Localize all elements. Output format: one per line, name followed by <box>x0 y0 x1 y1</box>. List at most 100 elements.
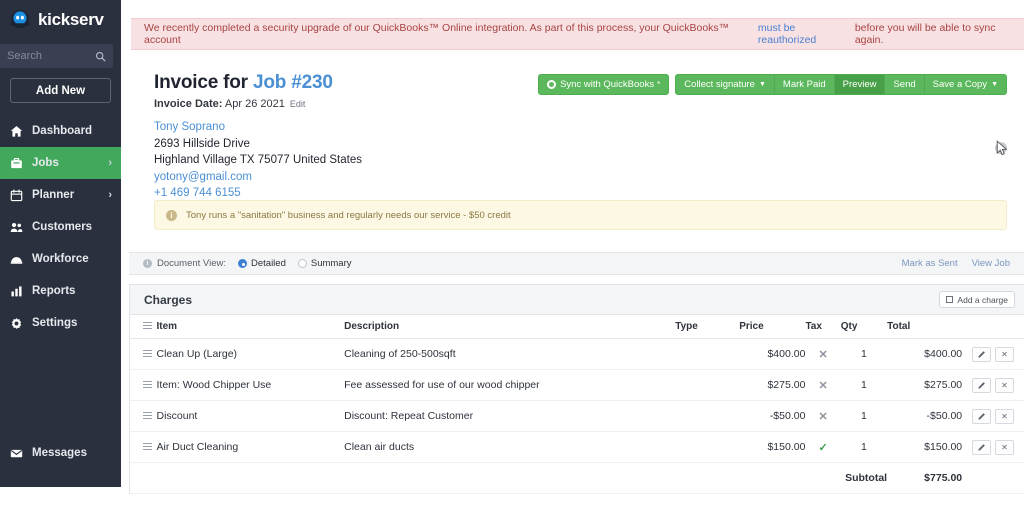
x-icon: ✕ <box>818 348 828 361</box>
customer-email-link[interactable]: yotony@gmail.com <box>154 169 362 186</box>
edit-row-button[interactable] <box>972 346 991 362</box>
radio-dot-icon <box>297 259 307 268</box>
delete-row-button[interactable]: ✕ <box>995 346 1014 362</box>
row-action-buttons: ✕ <box>972 439 1014 455</box>
subtotal-spacer <box>739 462 806 494</box>
subtotal-spacer <box>344 462 676 494</box>
sidebar-item-label: Reports <box>32 285 76 297</box>
row-action-buttons: ✕ <box>972 377 1014 393</box>
reorder-handle-header[interactable] <box>130 315 157 339</box>
radio-detailed[interactable]: Detailed <box>238 258 286 269</box>
row-drag-handle[interactable] <box>130 338 157 370</box>
search-icon[interactable] <box>95 49 106 67</box>
document-view-bar: i Document View: Detailed Summary Mark a… <box>129 252 1024 275</box>
cell-item: Air Duct Cleaning <box>156 431 345 463</box>
sidebar-item-messages[interactable]: Messages <box>0 437 121 469</box>
add-new-button[interactable]: Add New <box>10 78 111 103</box>
calendar-icon <box>8 188 25 202</box>
cell-actions: ✕ <box>962 431 1024 463</box>
delete-row-button[interactable]: ✕ <box>995 377 1014 393</box>
edit-row-button[interactable] <box>972 439 991 455</box>
sidebar-item-settings[interactable]: Settings <box>0 307 121 339</box>
edit-row-button[interactable] <box>972 377 991 393</box>
invoice-title-prefix: Invoice for <box>154 72 253 93</box>
sidebar-item-jobs[interactable]: Jobs › <box>0 147 121 179</box>
sidebar-item-customers[interactable]: Customers <box>0 211 121 243</box>
send-label: Send <box>893 79 916 90</box>
invoice-button-group: Collect signature ▼ Mark Paid Preview Se… <box>675 74 1007 95</box>
cell-price: $150.00 <box>739 431 806 463</box>
x-icon: ✕ <box>818 379 828 392</box>
brand[interactable]: kickserv <box>0 0 121 40</box>
subtotal-spacer <box>130 462 157 494</box>
row-drag-handle[interactable] <box>130 400 157 432</box>
cell-tax: ✓ <box>805 431 841 463</box>
sidebar-item-label: Workforce <box>32 253 89 265</box>
cell-qty: 1 <box>840 369 888 401</box>
send-button[interactable]: Send <box>885 75 925 94</box>
customer-name-link[interactable]: Tony Soprano <box>154 119 362 136</box>
sidebar-item-dashboard[interactable]: Dashboard <box>0 115 121 147</box>
mark-paid-button[interactable]: Mark Paid <box>775 75 835 94</box>
hamburger-icon <box>143 322 152 329</box>
envelope-icon <box>8 447 25 460</box>
check-icon: ✓ <box>818 441 828 454</box>
home-icon <box>8 125 25 138</box>
cell-price: $275.00 <box>739 369 806 401</box>
kickserv-logo-icon <box>8 8 32 32</box>
cell-type <box>675 338 740 370</box>
address-line-2: Highland Village TX 75077 United States <box>154 154 362 166</box>
sidebar-item-label: Messages <box>32 447 87 459</box>
job-number-link[interactable]: Job #230 <box>253 72 333 93</box>
charges-table-head: Item Description Type Price Tax Qty Tota… <box>130 315 1024 339</box>
cell-total: -$50.00 <box>887 400 963 432</box>
plus-square-icon <box>946 296 954 303</box>
view-job-link[interactable]: View Job <box>972 258 1010 269</box>
search-box[interactable] <box>0 44 113 68</box>
row-drag-handle[interactable] <box>130 369 157 401</box>
subtotal-spacer <box>962 462 1024 494</box>
app-root: kickserv Add New Dashboard <box>0 0 1024 512</box>
charges-panel-header: Charges Add a charge <box>130 285 1024 315</box>
sidebar-item-label: Settings <box>32 317 78 329</box>
chevron-down-icon: ▼ <box>991 81 998 88</box>
cell-description: Cleaning of 250-500sqft <box>344 338 676 370</box>
sidebar-item-planner[interactable]: Planner › <box>0 179 121 211</box>
radio-summary[interactable]: Summary <box>297 258 352 269</box>
delete-row-button[interactable]: ✕ <box>995 408 1014 424</box>
radio-dot-selected-icon <box>238 259 247 268</box>
preview-button[interactable]: Preview <box>834 75 886 94</box>
edit-row-button[interactable] <box>972 408 991 424</box>
row-drag-handle[interactable] <box>130 431 157 463</box>
reauthorize-link[interactable]: must be reauthorized <box>758 22 855 46</box>
asterisk-icon: * <box>657 80 661 89</box>
column-price: Price <box>739 315 806 339</box>
cell-type <box>675 400 740 432</box>
cell-qty: 1 <box>840 338 888 370</box>
search-input[interactable] <box>7 50 106 62</box>
add-new-wrap: Add New <box>0 68 121 103</box>
sidebar-item-reports[interactable]: Reports <box>0 275 121 307</box>
cell-actions: ✕ <box>962 400 1024 432</box>
add-a-charge-button[interactable]: Add a charge <box>939 291 1015 308</box>
info-icon: i <box>166 209 177 221</box>
delete-row-button[interactable]: ✕ <box>995 439 1014 455</box>
people-icon <box>8 221 25 234</box>
edit-date-link[interactable]: Edit <box>290 99 306 109</box>
drag-handle-icon <box>143 381 152 388</box>
mark-as-sent-link[interactable]: Mark as Sent <box>902 258 958 269</box>
column-total: Total <box>887 315 963 339</box>
drag-handle-icon <box>143 443 152 450</box>
main-content: We recently completed a security upgrade… <box>121 0 1024 512</box>
cell-qty: 1 <box>840 431 888 463</box>
column-qty: Qty <box>840 315 888 339</box>
subtotal-spacer <box>156 462 345 494</box>
cell-description: Clean air ducts <box>344 431 676 463</box>
sidebar-item-workforce[interactable]: Workforce <box>0 243 121 275</box>
collect-signature-button[interactable]: Collect signature ▼ <box>676 75 775 94</box>
subtotal-value: $775.00 <box>887 462 963 494</box>
save-a-copy-button[interactable]: Save a Copy ▼ <box>925 75 1006 94</box>
document-view-actions: Mark as Sent View Job <box>902 258 1010 269</box>
cell-description: Fee assessed for use of our wood chipper <box>344 369 676 401</box>
sync-with-quickbooks-button[interactable]: Sync with QuickBooks * <box>538 74 670 95</box>
